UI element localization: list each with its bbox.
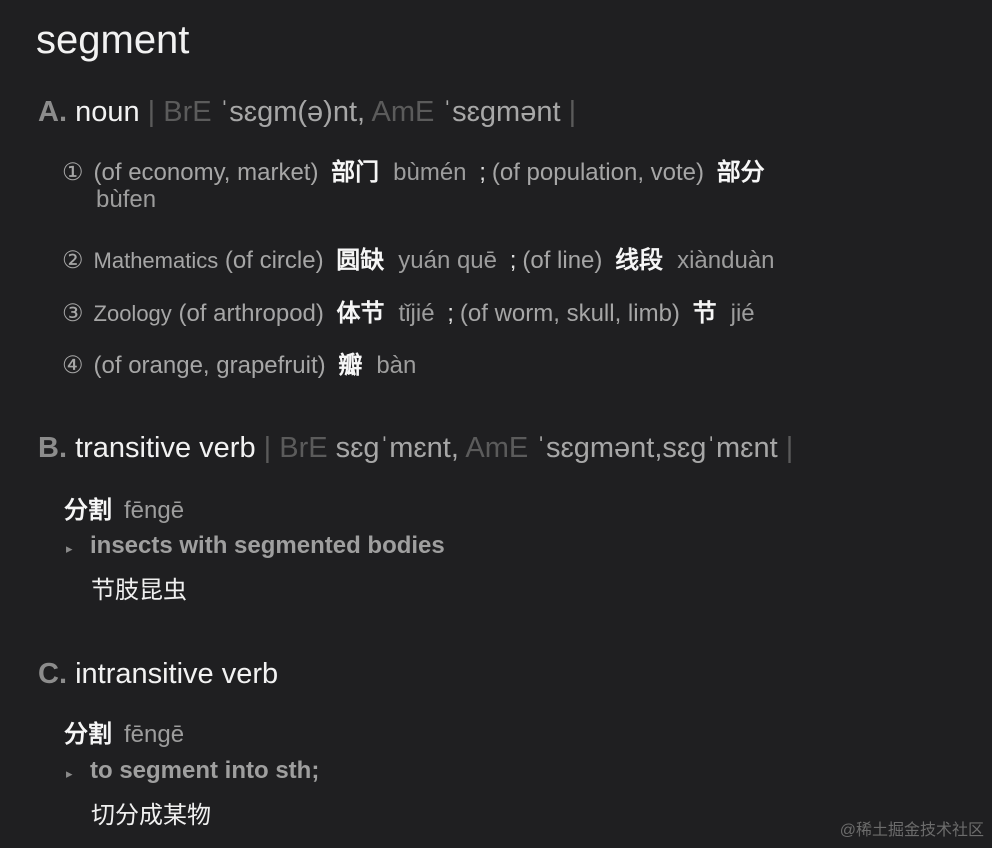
part-of-speech: noun [75,96,140,128]
pinyin: bùmén [393,159,467,186]
pron-separator: | [139,96,164,128]
example-zh: 节肢昆虫 [91,577,187,604]
ame-pronunciation: ˈsɛɡmənt [442,96,561,128]
part-of-speech: transitive verb [75,432,256,464]
pinyin: bàn [376,352,417,379]
pinyin: yuán quē [398,247,498,274]
ame-label: AmE [465,432,529,464]
example-zh: 切分成某物 [91,802,211,829]
subject-label: Zoology [93,301,172,326]
sense-2: ② Mathematics (of circle) 圆缺 yuán quē ; (of… [62,240,774,275]
gloss: (of population, vote) [491,159,705,186]
bre-label: BrE [279,432,328,464]
gloss: (of orange, grapefruit) [93,352,326,379]
bre-label: BrE [163,96,212,128]
gloss: (of line) [522,247,603,274]
watermark: @稀土掘金技术社区 [839,822,984,839]
section-b-header: B. transitive verb | BrE sɛɡˈmɛnt, AmE ˈ… [38,432,793,465]
sense-number: ③ [62,300,84,327]
translation: 节 [692,300,717,327]
headword: segment [36,18,190,62]
separator: ; [509,247,517,274]
pinyin: tǐjié [398,300,435,327]
translation: 圆缺 [336,247,385,274]
example-en: insects with segmented bodies [90,532,445,559]
section-letter: B. [38,432,67,464]
sense-4: ④ (of orange, grapefruit) 瓣 bàn [62,345,416,380]
example-sentence: ▸ insects with segmented bodies [66,532,445,560]
gloss: (of circle) [224,247,324,274]
pinyin: bùfen [96,186,157,213]
example-sentence: ▸ to segment into sth; [66,757,319,785]
pron-separator: | [777,432,794,464]
separator: ; [447,300,454,327]
section-letter: A. [38,96,67,128]
ame-pronunciation: ˈsɛɡmənt,sɛɡˈmɛnt [536,432,778,464]
sense-1: ① (of economy, market) 部门 bùmén ; (of popul… [62,152,771,187]
pinyin: fēngē [124,721,185,748]
translation: 分割 [64,721,112,748]
sense-number: ④ [62,352,84,379]
gloss: (of arthropod) [178,300,324,327]
translation: 瓣 [338,352,363,379]
part-of-speech: intransitive verb [75,658,279,690]
bre-pronunciation: ˈsɛɡm(ə)nt, [219,96,366,128]
disclosure-triangle-icon: ▸ [66,766,73,781]
subject-label: Mathematics [93,248,219,273]
translation: 分割 [64,497,112,524]
disclosure-triangle-icon: ▸ [66,541,73,556]
ame-label: AmE [371,96,435,128]
example-en: to segment into sth; [90,757,320,784]
pron-separator: | [255,432,280,464]
translation-line: 分割 fēngē [64,714,184,749]
bre-pronunciation: sɛɡˈmɛnt, [335,432,459,464]
pinyin: jié [730,300,755,327]
translation: 线段 [615,247,664,274]
translation: 部门 [331,159,380,186]
translation: 部分 [716,159,765,186]
gloss: (of worm, skull, limb) [459,300,680,327]
section-letter: C. [38,658,67,690]
pron-separator: | [560,96,577,128]
sense-3: ③ Zoology (of arthropod) 体节 tǐjié ; (of wor… [62,293,755,328]
gloss: (of economy, market) [93,159,319,186]
sense-number: ② [62,247,84,274]
pinyin: xiànduàn [677,247,775,274]
sense-number: ① [62,159,84,186]
translation-line: 分割 fēngē [64,490,184,525]
section-a-header: A. noun | BrE ˈsɛɡm(ə)nt, AmE ˈsɛɡmənt | [38,96,576,129]
translation: 体节 [336,300,385,327]
pinyin: fēngē [124,497,185,524]
separator: ; [479,159,486,186]
section-c-header: C. intransitive verb [38,658,278,691]
